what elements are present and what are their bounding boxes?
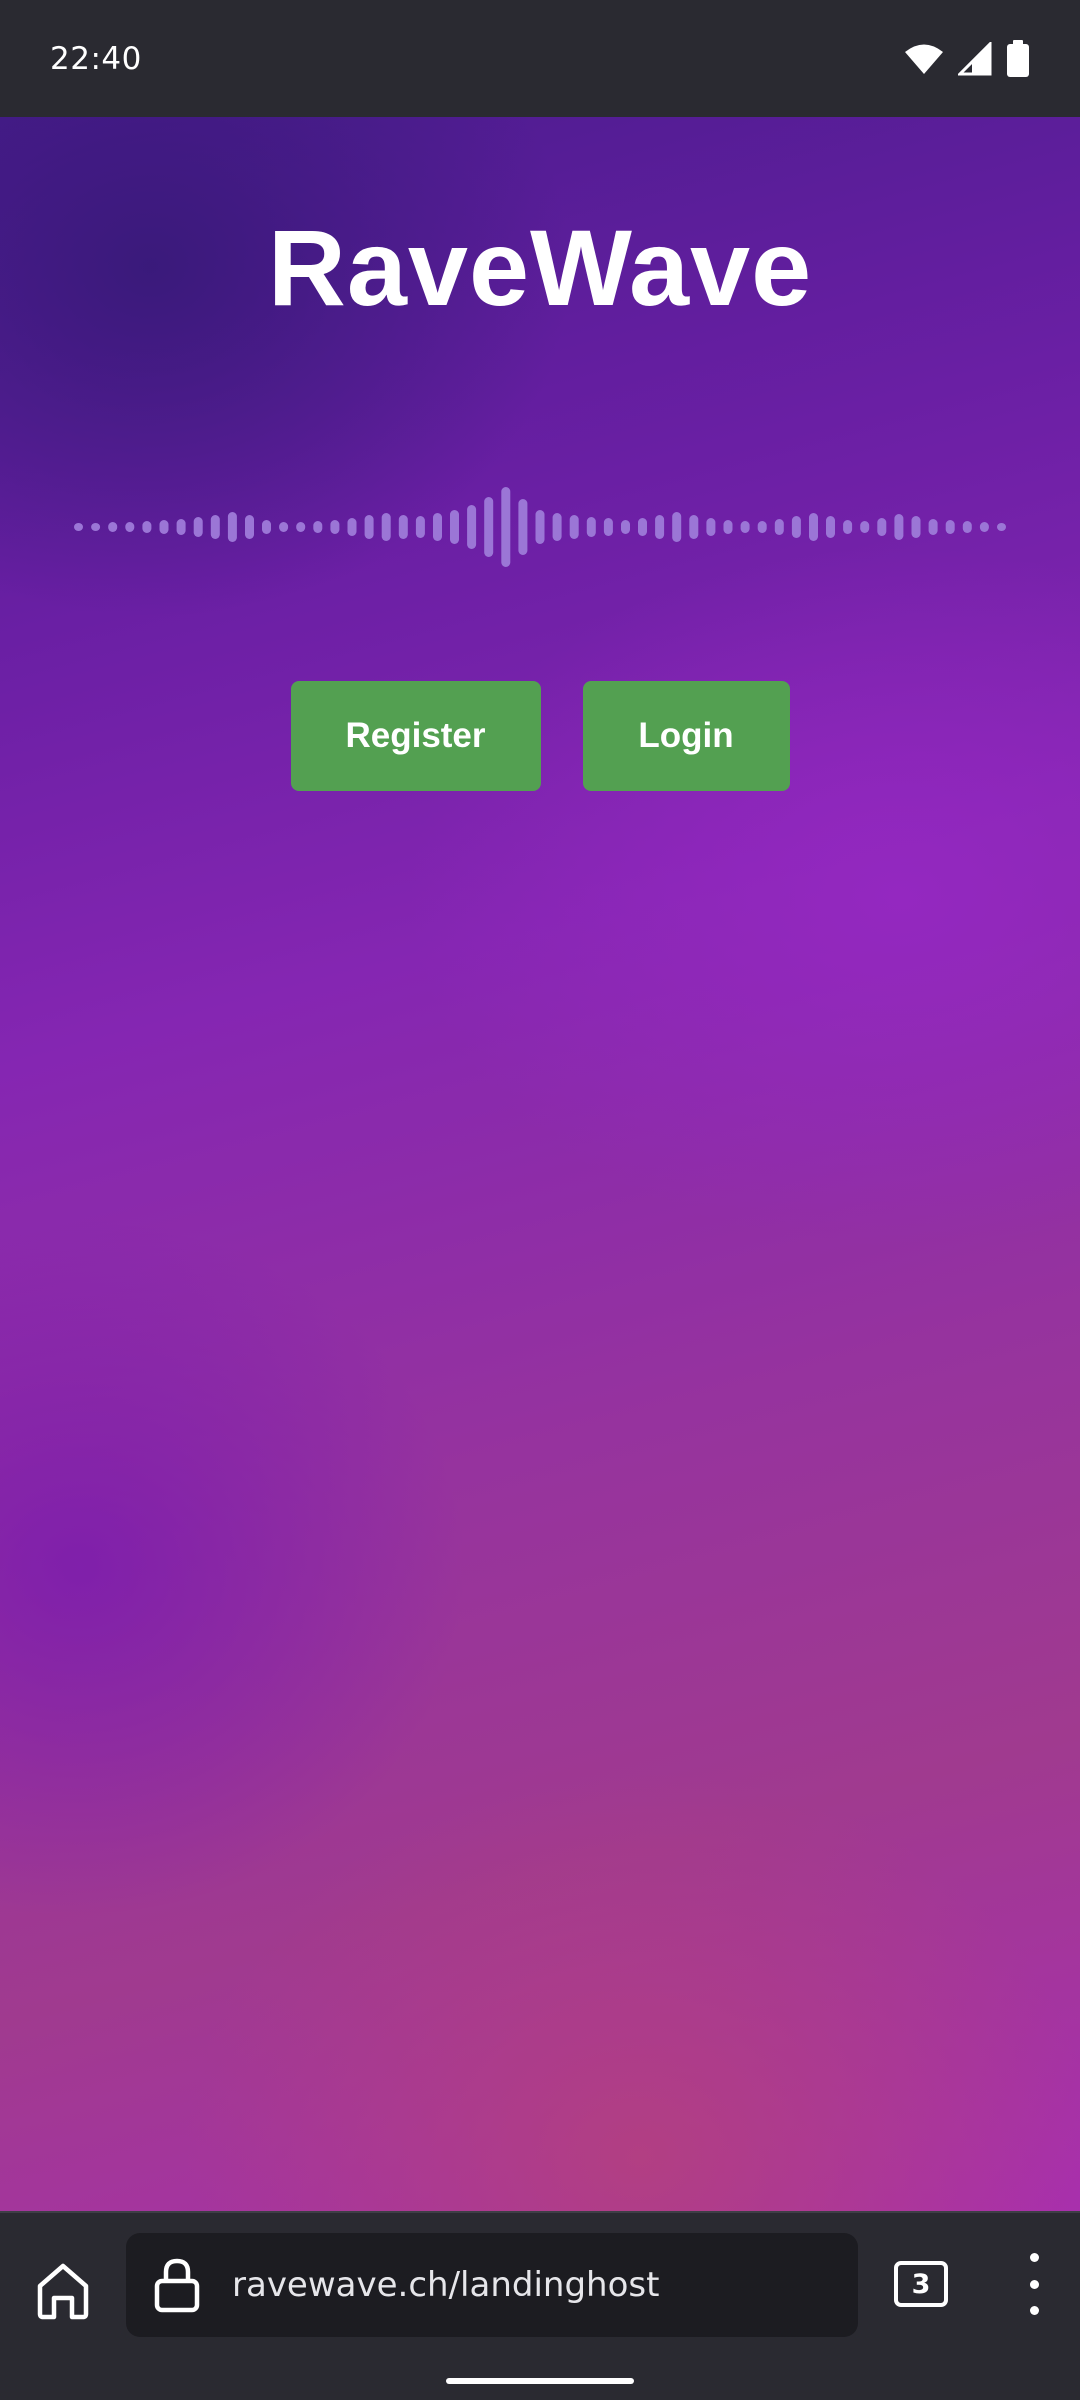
auth-buttons: Register Login	[0, 681, 1080, 791]
waveform-bar	[586, 517, 596, 537]
register-button[interactable]: Register	[290, 681, 541, 791]
waveform-bar	[638, 518, 647, 536]
waveform-bar	[809, 513, 818, 541]
waveform-bar	[74, 523, 83, 531]
waveform-bar	[774, 519, 784, 535]
menu-dot	[1029, 2306, 1039, 2315]
waveform-bar	[296, 522, 306, 532]
home-button[interactable]	[30, 2258, 96, 2324]
waveform-bar	[381, 513, 391, 541]
waveform-bar	[313, 521, 323, 533]
waveform-bar	[518, 499, 528, 555]
waveform-bar	[860, 521, 870, 533]
menu-dot	[1029, 2279, 1039, 2289]
waveform-bar	[245, 515, 254, 539]
waveform-bar	[227, 512, 237, 542]
status-bar: 22:40	[0, 0, 1080, 117]
waveform-bar	[655, 515, 665, 539]
waveform-bar	[398, 515, 408, 539]
waveform-bar	[193, 517, 203, 537]
waveform-bar	[843, 520, 853, 534]
waveform-bar	[911, 516, 921, 538]
waveform-bar	[210, 515, 220, 539]
waveform-bar	[689, 515, 699, 539]
waveform-bar	[706, 518, 716, 536]
status-time: 22:40	[50, 40, 142, 77]
web-page: RaveWave Register Login	[0, 117, 1080, 2211]
waveform-bar	[757, 521, 767, 533]
waveform-bar	[108, 522, 118, 532]
waveform-bar	[433, 513, 442, 541]
home-icon	[37, 2263, 89, 2320]
tab-count: 3	[911, 2268, 931, 2300]
lock-icon	[154, 2257, 200, 2313]
waveform-bar	[467, 505, 477, 549]
waveform-bar	[672, 512, 682, 542]
waveform-bar	[740, 521, 750, 533]
waveform-bar	[484, 497, 494, 557]
more-menu-icon[interactable]	[1006, 2253, 1062, 2315]
waveform-bar	[415, 516, 425, 538]
waveform-bar	[877, 518, 887, 536]
waveform-bar	[501, 487, 511, 567]
waveform-bar	[159, 520, 169, 534]
waveform-bar	[894, 514, 904, 540]
browser-toolbar: ravewave.ch/landinghost 3	[0, 2211, 1080, 2400]
wifi-icon	[904, 43, 944, 75]
status-icons	[904, 39, 1030, 78]
waveform-bar	[945, 520, 955, 534]
battery-icon	[1006, 39, 1030, 78]
waveform-bar	[142, 521, 152, 533]
waveform-bar	[928, 519, 938, 535]
waveform-bar	[535, 510, 545, 544]
waveform-bar	[962, 521, 972, 533]
waveform-bar	[723, 520, 733, 534]
waveform-bar	[603, 518, 613, 536]
url-text: ravewave.ch/landinghost	[232, 2265, 660, 2305]
login-button[interactable]: Login	[582, 681, 790, 791]
waveform-bar	[262, 520, 271, 534]
waveform-bar	[279, 522, 289, 532]
waveform-bar	[621, 520, 630, 534]
waveform-bar	[330, 520, 340, 534]
waveform-bar	[364, 515, 374, 539]
app-title: RaveWave	[267, 207, 813, 328]
waveform-bar	[91, 523, 101, 531]
waveform-bar	[125, 522, 135, 532]
waveform-bar	[791, 516, 801, 538]
waveform-bar	[569, 515, 579, 539]
waveform-bar	[552, 513, 562, 541]
address-bar[interactable]: ravewave.ch/landinghost	[126, 2233, 858, 2337]
waveform-bar	[979, 522, 989, 532]
waveform-bar	[450, 510, 459, 544]
waveform-bar	[347, 518, 357, 536]
cell-signal-icon	[958, 41, 992, 76]
gesture-handle[interactable]	[446, 2378, 634, 2384]
waveform-bar	[997, 523, 1006, 531]
audio-waveform-icon	[74, 487, 1006, 567]
waveform-bar	[826, 516, 835, 538]
menu-dot	[1029, 2253, 1039, 2262]
tabs-button[interactable]: 3	[894, 2261, 948, 2307]
waveform-bar	[176, 519, 186, 535]
